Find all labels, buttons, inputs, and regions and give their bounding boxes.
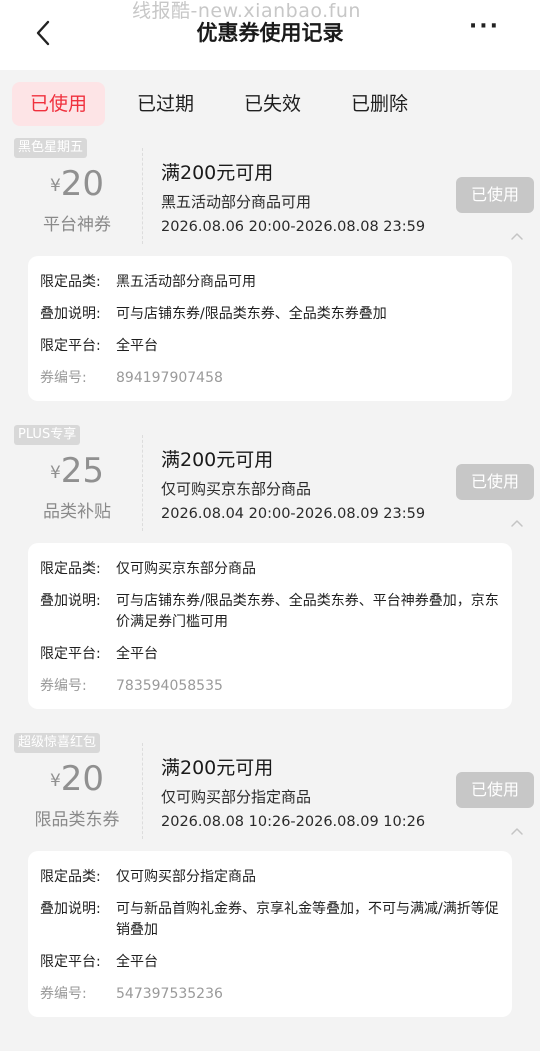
- coupon-amount: ¥20: [14, 164, 140, 204]
- chevron-left-icon: [36, 20, 50, 46]
- detail-label: 券编号:: [40, 986, 87, 1002]
- detail-value: 可与店铺东券/限品类东券、全品类东券叠加: [116, 306, 387, 322]
- detail-value: 仅可购买京东部分商品: [116, 561, 256, 577]
- coupon-tag: 超级惊喜红包: [14, 733, 101, 753]
- coupon-condition: 满200元可用: [161, 162, 274, 184]
- coupon-type: 限品类东券: [34, 810, 120, 830]
- coupon-details: 限定品类: 仅可购买部分指定商品 叠加说明: 可与新品首购礼金券、京享礼金等叠加…: [28, 851, 512, 1017]
- detail-label: 叠加说明:: [40, 306, 101, 322]
- detail-label: 限定品类:: [40, 561, 101, 577]
- coupon-tag: PLUS专享: [14, 425, 81, 445]
- status-badge: 已使用: [456, 772, 534, 808]
- amount-value: 25: [60, 451, 105, 491]
- detail-row-platform: 限定平台: 全平台: [40, 644, 500, 665]
- amount-value: 20: [60, 759, 105, 799]
- detail-value: 可与新品首购礼金券、京享礼金等叠加，不可与满减/满折等促销叠加: [116, 901, 499, 938]
- coupon-condition: 满200元可用: [161, 757, 274, 779]
- detail-label: 限定平台:: [40, 646, 101, 662]
- coupon-tag: 黑色星期五: [14, 138, 88, 158]
- coupon-card: 超级惊喜红包 ¥20 限品类东券 满200元可用 仅可购买部分指定商品 2026…: [14, 733, 534, 1017]
- amount-value: 20: [60, 164, 105, 204]
- detail-row-stack: 叠加说明: 可与新品首购礼金券、京享礼金等叠加，不可与满减/满折等促销叠加: [40, 899, 500, 941]
- coupon-card: PLUS专享 ¥25 品类补贴 满200元可用 仅可购买京东部分商品 2026.…: [14, 425, 534, 709]
- detail-value: 全平台: [116, 338, 158, 354]
- coupon-card: 黑色星期五 ¥20 平台神券 满200元可用 黑五活动部分商品可用 2026.0…: [14, 138, 534, 401]
- coupon-summary: PLUS专享 ¥25 品类补贴 满200元可用 仅可购买京东部分商品 2026.…: [14, 425, 534, 543]
- chevron-up-icon[interactable]: [510, 230, 524, 244]
- coupon-amount: ¥20: [14, 759, 140, 799]
- detail-row-platform: 限定平台: 全平台: [40, 336, 500, 357]
- detail-value: 全平台: [116, 646, 158, 662]
- detail-value: 全平台: [116, 954, 158, 970]
- detail-row-serial: 券编号: 894197907458: [40, 368, 500, 389]
- more-options-icon[interactable]: ···: [469, 14, 500, 39]
- detail-label: 券编号:: [40, 678, 87, 694]
- detail-row-platform: 限定平台: 全平台: [40, 952, 500, 973]
- tab-invalid[interactable]: 已失效: [226, 82, 319, 126]
- currency-symbol: ¥: [49, 463, 61, 483]
- status-badge: 已使用: [456, 177, 534, 213]
- coupon-details: 限定品类: 仅可购买京东部分商品 叠加说明: 可与店铺东券/限品类东券、全品类东…: [28, 543, 512, 709]
- detail-row-stack: 叠加说明: 可与店铺东券/限品类东券、全品类东券叠加: [40, 304, 500, 325]
- tab-expired[interactable]: 已过期: [119, 82, 212, 126]
- coupon-summary: 黑色星期五 ¥20 平台神券 满200元可用 黑五活动部分商品可用 2026.0…: [14, 138, 534, 256]
- detail-label: 限定平台:: [40, 338, 101, 354]
- dashed-divider: [142, 743, 143, 839]
- coupon-condition: 满200元可用: [161, 449, 274, 471]
- currency-symbol: ¥: [49, 771, 61, 791]
- currency-symbol: ¥: [49, 176, 61, 196]
- detail-value: 仅可购买部分指定商品: [116, 869, 256, 885]
- status-tabs: 已使用 已过期 已失效 已删除: [0, 70, 540, 138]
- serial-number: 783594058535: [116, 678, 223, 694]
- chevron-up-icon[interactable]: [510, 517, 524, 531]
- detail-label: 券编号:: [40, 370, 87, 386]
- detail-value: 黑五活动部分商品可用: [116, 274, 256, 290]
- status-badge: 已使用: [456, 464, 534, 500]
- serial-number: 547397535236: [116, 986, 223, 1002]
- watermark: 线报酷-new.xianbao.fun: [132, 0, 361, 22]
- coupon-validity: 2026.08.06 20:00-2026.08.08 23:59: [161, 219, 426, 235]
- dashed-divider: [142, 148, 143, 244]
- detail-row-category: 限定品类: 仅可购买京东部分商品: [40, 559, 500, 580]
- back-button[interactable]: [26, 16, 60, 50]
- nav-header: 线报酷-new.xianbao.fun 优惠券使用记录 ···: [0, 0, 540, 70]
- chevron-up-icon[interactable]: [510, 825, 524, 839]
- detail-label: 叠加说明:: [40, 593, 101, 609]
- detail-row-category: 限定品类: 黑五活动部分商品可用: [40, 272, 500, 293]
- detail-row-category: 限定品类: 仅可购买部分指定商品: [40, 867, 500, 888]
- coupon-type: 品类补贴: [43, 502, 111, 522]
- detail-row-serial: 券编号: 783594058535: [40, 676, 500, 697]
- coupon-type: 平台神券: [43, 215, 111, 235]
- detail-label: 限定品类:: [40, 274, 101, 290]
- detail-value: 可与店铺东券/限品类东券、全品类东券、平台神券叠加，京东价满足券门槛可用: [116, 593, 499, 630]
- detail-row-stack: 叠加说明: 可与店铺东券/限品类东券、全品类东券、平台神券叠加，京东价满足券门槛…: [40, 591, 500, 633]
- coupon-details: 限定品类: 黑五活动部分商品可用 叠加说明: 可与店铺东券/限品类东券、全品类东…: [28, 256, 512, 401]
- detail-label: 限定平台:: [40, 954, 101, 970]
- detail-label: 叠加说明:: [40, 901, 101, 917]
- detail-row-serial: 券编号: 547397535236: [40, 984, 500, 1005]
- coupon-summary: 超级惊喜红包 ¥20 限品类东券 满200元可用 仅可购买部分指定商品 2026…: [14, 733, 534, 851]
- detail-label: 限定品类:: [40, 869, 101, 885]
- coupon-amount: ¥25: [14, 451, 140, 491]
- dashed-divider: [142, 435, 143, 531]
- tab-deleted[interactable]: 已删除: [333, 82, 426, 126]
- serial-number: 894197907458: [116, 370, 223, 386]
- coupon-description: 仅可购买部分指定商品: [161, 788, 312, 806]
- tab-used[interactable]: 已使用: [12, 82, 106, 126]
- coupon-description: 黑五活动部分商品可用: [161, 193, 312, 211]
- coupon-validity: 2026.08.04 20:00-2026.08.09 23:59: [161, 506, 426, 522]
- coupon-validity: 2026.08.08 10:26-2026.08.09 10:26: [161, 814, 426, 830]
- coupon-description: 仅可购买京东部分商品: [161, 480, 312, 498]
